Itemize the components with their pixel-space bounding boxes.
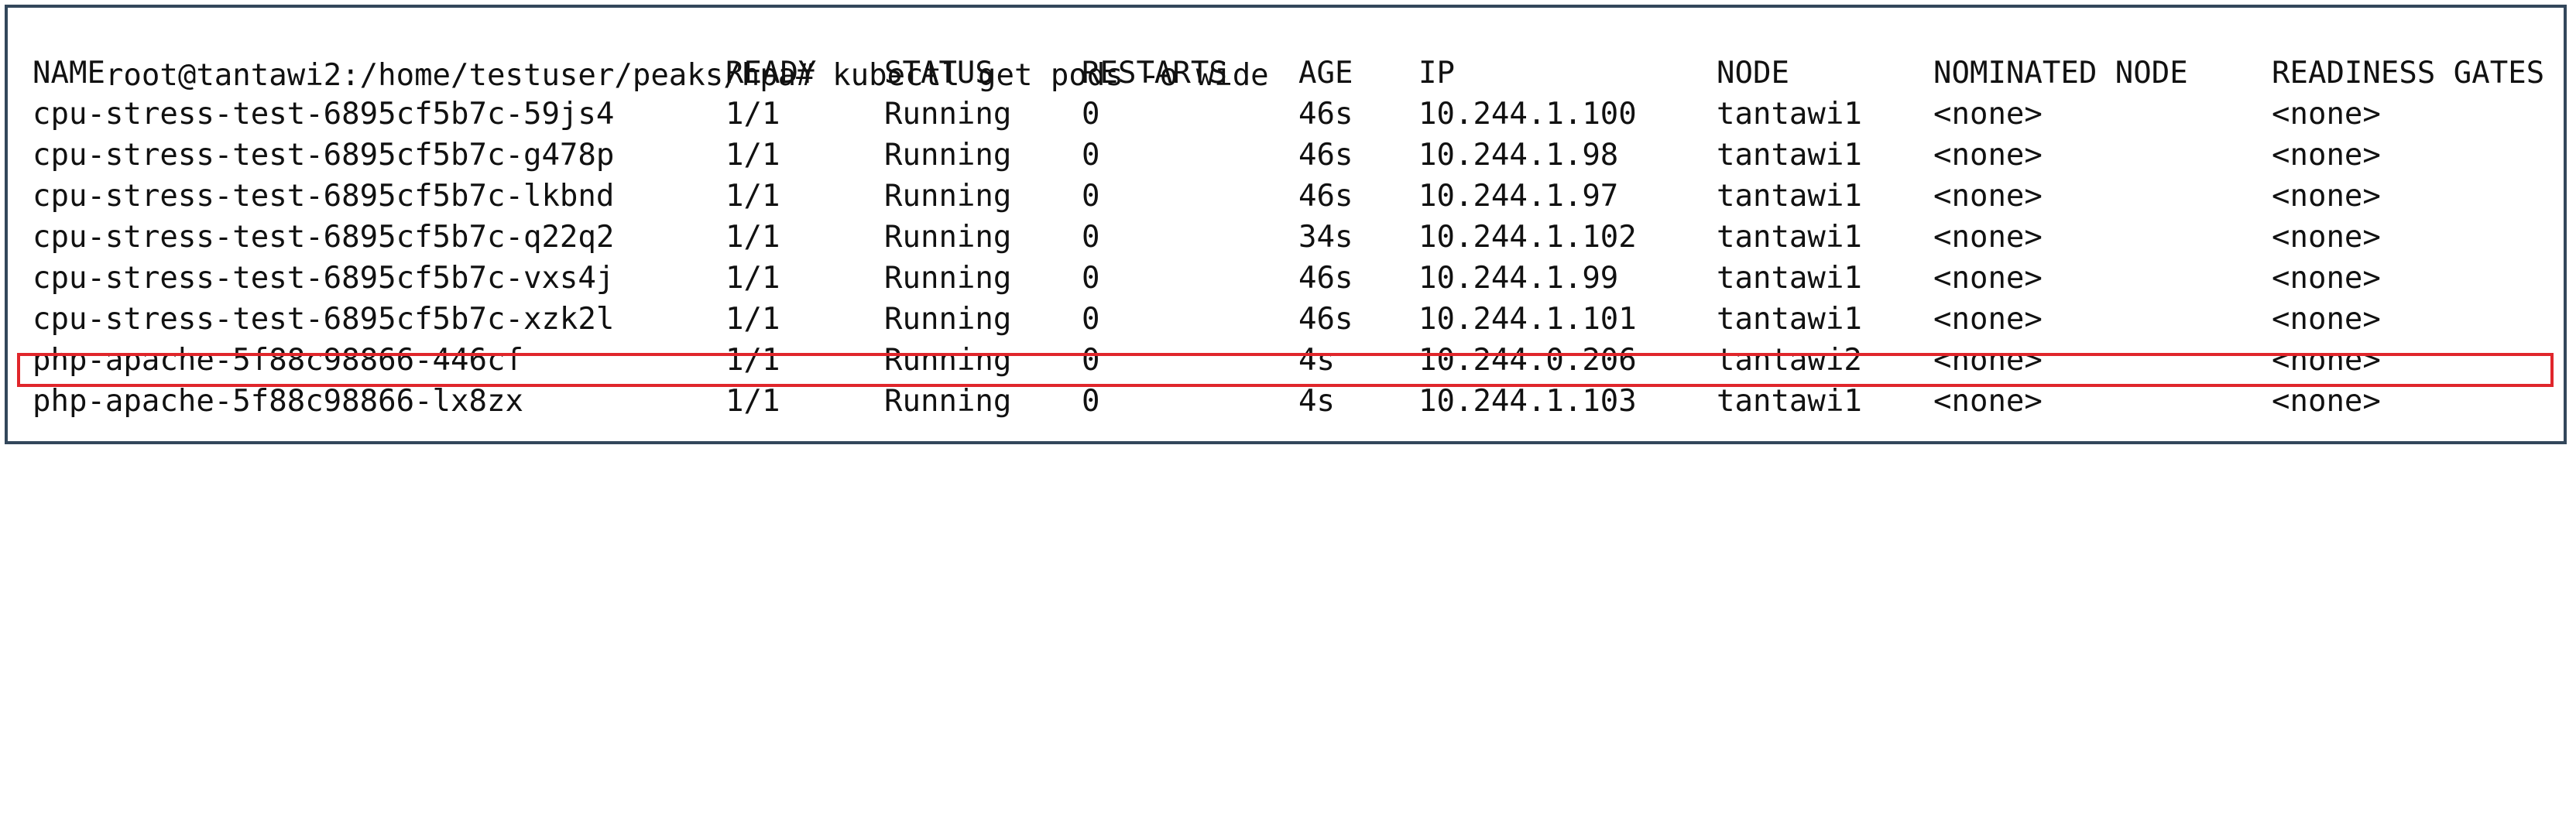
pod-ip: 10.244.1.101 bbox=[1418, 302, 1637, 337]
table-row: cpu-stress-test-6895cf5b7c-59js4 1/1 Run… bbox=[33, 94, 2381, 135]
pod-nominated-node: <none> bbox=[1933, 220, 2043, 255]
pod-readiness-gates: <none> bbox=[2272, 97, 2381, 132]
pod-age: 34s bbox=[1298, 220, 1353, 255]
pod-node: tantawi1 bbox=[1717, 179, 1862, 214]
pod-ip: 10.244.1.98 bbox=[1418, 138, 1619, 173]
header-restarts: RESTARTS bbox=[1082, 56, 1227, 91]
table-row: cpu-stress-test-6895cf5b7c-g478p 1/1 Run… bbox=[33, 135, 2381, 176]
pod-restarts: 0 bbox=[1082, 138, 1100, 173]
pod-age: 46s bbox=[1298, 97, 1353, 132]
pod-ready: 1/1 bbox=[725, 138, 780, 173]
pod-status: Running bbox=[884, 220, 1012, 255]
pod-node: tantawi1 bbox=[1717, 261, 1862, 296]
pod-nominated-node: <none> bbox=[1933, 261, 2043, 296]
pod-ip: 10.244.1.102 bbox=[1418, 220, 1637, 255]
header-node: NODE bbox=[1717, 56, 1789, 91]
pod-ready: 1/1 bbox=[725, 97, 780, 132]
table-row: cpu-stress-test-6895cf5b7c-xzk2l 1/1 Run… bbox=[33, 299, 2381, 340]
pod-restarts: 0 bbox=[1082, 179, 1100, 214]
pod-restarts: 0 bbox=[1082, 302, 1100, 337]
pod-restarts: 0 bbox=[1082, 97, 1100, 132]
pod-restarts: 0 bbox=[1082, 261, 1100, 296]
pod-node: tantawi1 bbox=[1717, 302, 1862, 337]
pod-nominated-node: <none> bbox=[1933, 179, 2043, 214]
pod-nominated-node: <none> bbox=[1933, 302, 2043, 337]
pod-node: tantawi1 bbox=[1717, 138, 1862, 173]
shell-prompt: root@tantawi2:/home/testuser/peaks/hpa# bbox=[105, 58, 815, 93]
pod-ip: 10.244.1.99 bbox=[1418, 261, 1619, 296]
pod-age: 46s bbox=[1298, 302, 1353, 337]
header-readiness-gates: READINESS GATES bbox=[2272, 56, 2545, 91]
pod-ready: 1/1 bbox=[725, 220, 780, 255]
pod-age: 46s bbox=[1298, 261, 1353, 296]
pod-restarts: 0 bbox=[1082, 220, 1100, 255]
table-row: cpu-stress-test-6895cf5b7c-vxs4j 1/1 Run… bbox=[33, 258, 2381, 299]
pod-age: 46s bbox=[1298, 179, 1353, 214]
pod-name: cpu-stress-test-6895cf5b7c-vxs4j bbox=[33, 261, 615, 296]
pod-status: Running bbox=[884, 138, 1012, 173]
pod-nominated-node: <none> bbox=[1933, 97, 2043, 132]
table-row: cpu-stress-test-6895cf5b7c-q22q2 1/1 Run… bbox=[33, 217, 2381, 258]
pod-name: cpu-stress-test-6895cf5b7c-g478p bbox=[33, 138, 615, 173]
pod-name: cpu-stress-test-6895cf5b7c-xzk2l bbox=[33, 302, 615, 337]
pod-status: Running bbox=[884, 261, 1012, 296]
pod-ready: 1/1 bbox=[725, 302, 780, 337]
pod-status: Running bbox=[884, 97, 1012, 132]
pod-readiness-gates: <none> bbox=[2272, 220, 2381, 255]
header-age: AGE bbox=[1298, 56, 1353, 91]
pod-ip: 10.244.1.100 bbox=[1418, 97, 1637, 132]
pod-status: Running bbox=[884, 179, 1012, 214]
pod-name: cpu-stress-test-6895cf5b7c-lkbnd bbox=[33, 179, 615, 214]
pod-name: cpu-stress-test-6895cf5b7c-q22q2 bbox=[33, 220, 615, 255]
table-header-row: NAME READY STATUS RESTARTS AGE IP NODE N… bbox=[33, 53, 2544, 94]
header-name: NAME bbox=[33, 56, 105, 91]
header-nominated-node: NOMINATED NODE bbox=[1933, 56, 2188, 91]
pod-node: tantawi1 bbox=[1717, 220, 1862, 255]
header-ip: IP bbox=[1418, 56, 1455, 91]
pod-ip: 10.244.1.97 bbox=[1418, 179, 1619, 214]
header-ready: READY bbox=[725, 56, 817, 91]
pod-readiness-gates: <none> bbox=[2272, 261, 2381, 296]
pod-node: tantawi1 bbox=[1717, 97, 1862, 132]
pod-ready: 1/1 bbox=[725, 261, 780, 296]
pod-name: cpu-stress-test-6895cf5b7c-59js4 bbox=[33, 97, 615, 132]
pod-ready: 1/1 bbox=[725, 179, 780, 214]
pod-readiness-gates: <none> bbox=[2272, 302, 2381, 337]
terminal-window: root@tantawi2:/home/testuser/peaks/hpa# … bbox=[5, 5, 2567, 444]
header-status: STATUS bbox=[884, 56, 993, 91]
pod-readiness-gates: <none> bbox=[2272, 138, 2381, 173]
highlight-box bbox=[17, 353, 2554, 387]
pod-age: 46s bbox=[1298, 138, 1353, 173]
table-row: cpu-stress-test-6895cf5b7c-lkbnd 1/1 Run… bbox=[33, 176, 2381, 217]
command-line: root@tantawi2:/home/testuser/peaks/hpa# … bbox=[33, 14, 1269, 93]
pod-nominated-node: <none> bbox=[1933, 138, 2043, 173]
pod-status: Running bbox=[884, 302, 1012, 337]
pod-readiness-gates: <none> bbox=[2272, 179, 2381, 214]
